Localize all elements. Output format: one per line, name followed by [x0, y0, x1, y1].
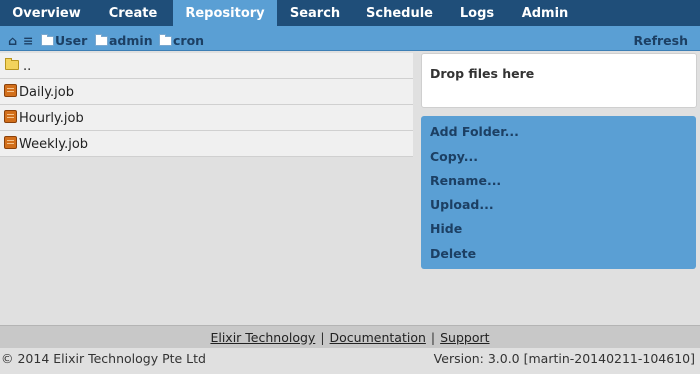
breadcrumb-item-cron[interactable]: cron	[159, 26, 204, 50]
tab-create[interactable]: Create	[93, 0, 173, 26]
delete-action[interactable]: Delete	[430, 244, 476, 264]
file-name: Weekly.job	[19, 137, 89, 152]
footer-links: Elixir Technology | Documentation | Support	[0, 325, 700, 348]
breadcrumb: ⌂ ≡ User admin cron Refresh	[0, 26, 700, 51]
breadcrumb-item-user[interactable]: User	[41, 26, 87, 50]
file-list: .. Daily.job Hourly.job Weekly.job	[0, 53, 413, 157]
home-icon[interactable]: ⌂	[8, 26, 17, 50]
action-panel: Add Folder... Copy... Rename... Upload..…	[421, 116, 696, 269]
copy-action[interactable]: Copy...	[430, 147, 478, 167]
drop-zone-label: Drop files here	[430, 66, 535, 81]
breadcrumb-item-admin[interactable]: admin	[95, 26, 153, 50]
folder-icon	[95, 34, 108, 46]
support-link[interactable]: Support	[440, 330, 489, 345]
breadcrumb-label: admin	[109, 33, 153, 48]
list-item-job[interactable]: Weekly.job	[0, 131, 413, 157]
tab-repository[interactable]: Repository	[173, 0, 277, 26]
folder-icon	[159, 34, 172, 46]
drop-zone[interactable]: Drop files here	[421, 53, 697, 108]
breadcrumb-label: cron	[173, 33, 205, 48]
job-file-icon	[4, 136, 17, 149]
rename-action[interactable]: Rename...	[430, 171, 501, 191]
elixir-technology-link[interactable]: Elixir Technology	[210, 330, 315, 345]
list-item-job[interactable]: Hourly.job	[0, 105, 413, 131]
copyright-text: © 2014 Elixir Technology Pte Ltd	[1, 351, 206, 366]
add-folder-action[interactable]: Add Folder...	[430, 122, 519, 142]
version-text: Version: 3.0.0 [martin-20140211-104610]	[433, 351, 695, 366]
refresh-button[interactable]: Refresh	[633, 26, 688, 50]
job-file-icon	[4, 110, 17, 123]
job-file-icon	[4, 84, 17, 97]
footer-separator: |	[430, 330, 436, 345]
file-name: Hourly.job	[19, 111, 84, 126]
tab-admin[interactable]: Admin	[508, 0, 582, 26]
tab-logs[interactable]: Logs	[446, 0, 508, 26]
top-nav: Overview Create Repository Search Schedu…	[0, 0, 700, 26]
tab-search[interactable]: Search	[277, 0, 353, 26]
breadcrumb-label: User	[55, 33, 88, 48]
footer-separator: |	[320, 330, 325, 345]
upload-action[interactable]: Upload...	[430, 195, 494, 215]
list-item-job[interactable]: Daily.job	[0, 79, 413, 105]
file-name: ..	[23, 59, 32, 74]
list-icon[interactable]: ≡	[23, 26, 33, 50]
hide-action[interactable]: Hide	[430, 219, 462, 239]
list-item-parent-folder[interactable]: ..	[0, 53, 413, 79]
tab-schedule[interactable]: Schedule	[353, 0, 446, 26]
folder-icon	[5, 58, 19, 70]
tab-overview[interactable]: Overview	[0, 0, 93, 26]
documentation-link[interactable]: Documentation	[330, 330, 426, 345]
file-name: Daily.job	[19, 85, 74, 100]
folder-icon	[41, 34, 54, 46]
